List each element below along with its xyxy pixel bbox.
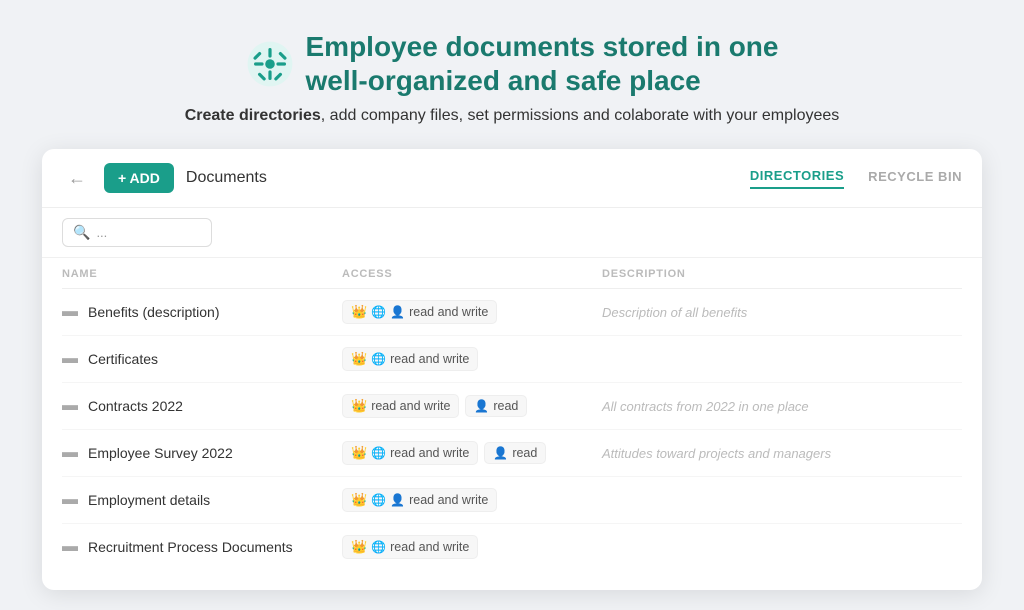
crown-icon: 👑 — [351, 304, 367, 320]
person-icon: 👤 — [474, 399, 489, 413]
access-cell: 👑 🌐 read and write — [342, 535, 602, 559]
table-header: NAME ACCESS DESCRIPTION — [62, 258, 962, 289]
globe-icon: 🌐 — [371, 540, 386, 554]
description-cell: All contracts from 2022 in one place — [602, 399, 962, 414]
table-row: ▬ Employee Survey 2022 👑 🌐 read and writ… — [62, 430, 962, 477]
row-name: Contracts 2022 — [88, 398, 183, 414]
name-cell: ▬ Employment details — [62, 491, 342, 509]
globe-icon: 🌐 — [371, 493, 386, 507]
globe-icon: 🌐 — [371, 305, 386, 319]
name-cell: ▬ Certificates — [62, 350, 342, 368]
col-access-header: ACCESS — [342, 268, 602, 280]
access-badge: 👑 🌐 read and write — [342, 347, 478, 371]
search-bar: 🔍 — [42, 208, 982, 258]
access-badge: 👑 read and write — [342, 394, 459, 418]
access-badge: 👑 🌐 read and write — [342, 535, 478, 559]
main-title: Employee documents stored in one well-or… — [306, 30, 779, 97]
back-button[interactable]: ← — [62, 166, 92, 191]
crown-icon: 👑 — [351, 539, 367, 555]
col-name-header: NAME — [62, 268, 342, 280]
access-label: read and write — [390, 446, 469, 460]
row-name: Benefits (description) — [88, 304, 220, 320]
breadcrumb: Documents — [186, 169, 738, 187]
description-cell: Description of all benefits — [602, 305, 962, 320]
access-cell: 👑 read and write 👤 read — [342, 394, 602, 418]
table-row: ▬ Contracts 2022 👑 read and write 👤 read… — [62, 383, 962, 430]
table-row: ▬ Benefits (description) 👑 🌐 👤 read and … — [62, 289, 962, 336]
header-top: Employee documents stored in one well-or… — [185, 30, 840, 97]
crown-icon: 👑 — [351, 351, 367, 367]
header-section: Employee documents stored in one well-or… — [185, 30, 840, 125]
access-secondary-label: read — [512, 446, 537, 460]
crown-icon: 👑 — [351, 492, 367, 508]
folder-icon: ▬ — [62, 303, 78, 321]
crown-icon: 👑 — [351, 445, 367, 461]
name-cell: ▬ Benefits (description) — [62, 303, 342, 321]
table-row: ▬ Certificates 👑 🌐 read and write — [62, 336, 962, 383]
search-icon: 🔍 — [73, 224, 90, 241]
toolbar: ← + ADD Documents DIRECTORIES RECYCLE BI… — [42, 149, 982, 208]
tab-recycle-bin[interactable]: RECYCLE BIN — [868, 169, 962, 188]
tab-navigation: DIRECTORIES RECYCLE BIN — [750, 168, 962, 189]
person-icon: 👤 — [390, 493, 405, 507]
search-input[interactable] — [96, 225, 186, 240]
access-secondary-label: read — [493, 399, 518, 413]
folder-icon: ▬ — [62, 538, 78, 556]
access-label: read and write — [390, 540, 469, 554]
logo-icon — [246, 40, 294, 88]
app-window: ← + ADD Documents DIRECTORIES RECYCLE BI… — [42, 149, 982, 590]
table-row: ▬ Recruitment Process Documents 👑 🌐 read… — [62, 524, 962, 570]
access-label: read and write — [409, 305, 488, 319]
access-badge: 👑 🌐 read and write — [342, 441, 478, 465]
access-cell: 👑 🌐 👤 read and write — [342, 488, 602, 512]
access-badge-secondary: 👤 read — [465, 395, 527, 417]
name-cell: ▬ Contracts 2022 — [62, 397, 342, 415]
folder-icon: ▬ — [62, 491, 78, 509]
name-cell: ▬ Recruitment Process Documents — [62, 538, 342, 556]
access-badge: 👑 🌐 👤 read and write — [342, 300, 497, 324]
tab-directories[interactable]: DIRECTORIES — [750, 168, 844, 189]
folder-icon: ▬ — [62, 444, 78, 462]
row-name: Employee Survey 2022 — [88, 445, 233, 461]
subtitle: Create directories, add company files, s… — [185, 107, 840, 125]
name-cell: ▬ Employee Survey 2022 — [62, 444, 342, 462]
table-row: ▬ Employment details 👑 🌐 👤 read and writ… — [62, 477, 962, 524]
row-name: Recruitment Process Documents — [88, 539, 293, 555]
add-button[interactable]: + ADD — [104, 163, 174, 193]
folder-icon: ▬ — [62, 397, 78, 415]
access-cell: 👑 🌐 read and write — [342, 347, 602, 371]
access-cell: 👑 🌐 👤 read and write — [342, 300, 602, 324]
person-icon: 👤 — [493, 446, 508, 460]
access-label: read and write — [371, 399, 450, 413]
access-badge-secondary: 👤 read — [484, 442, 546, 464]
folder-icon: ▬ — [62, 350, 78, 368]
col-description-header: DESCRIPTION — [602, 268, 962, 280]
row-name: Employment details — [88, 492, 210, 508]
access-badge: 👑 🌐 👤 read and write — [342, 488, 497, 512]
globe-icon: 🌐 — [371, 446, 386, 460]
description-cell: Attitudes toward projects and managers — [602, 446, 962, 461]
row-name: Certificates — [88, 351, 158, 367]
person-icon: 👤 — [390, 305, 405, 319]
globe-icon: 🌐 — [371, 352, 386, 366]
search-wrap: 🔍 — [62, 218, 212, 247]
crown-icon: 👑 — [351, 398, 367, 414]
access-label: read and write — [390, 352, 469, 366]
access-label: read and write — [409, 493, 488, 507]
access-cell: 👑 🌐 read and write 👤 read — [342, 441, 602, 465]
table-container: NAME ACCESS DESCRIPTION ▬ Benefits (desc… — [42, 258, 982, 590]
